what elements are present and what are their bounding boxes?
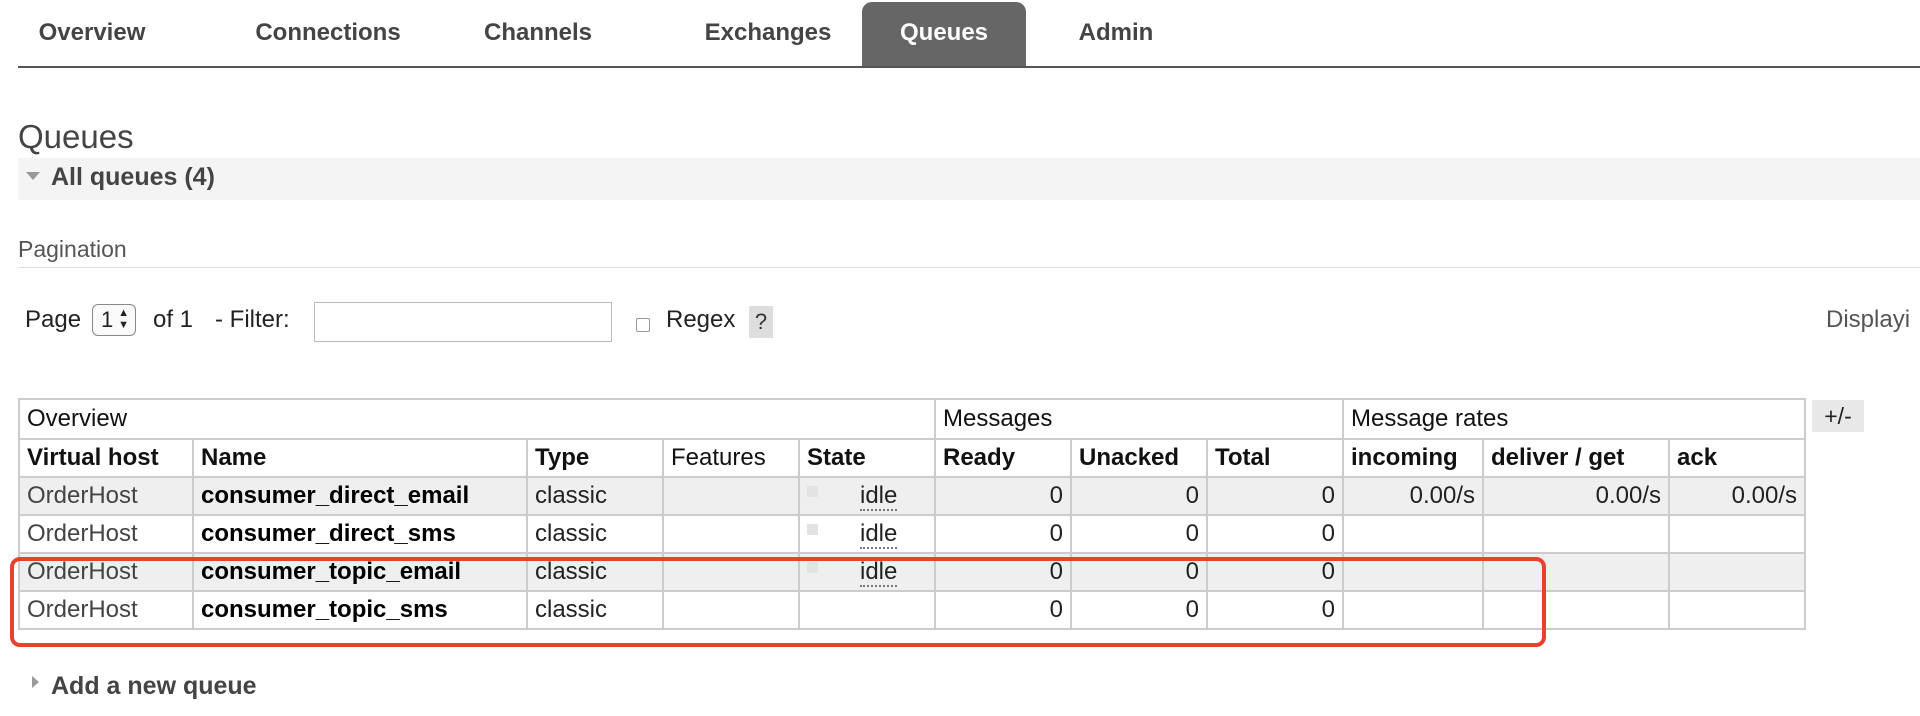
cell-deliver-get: 0.00/s: [1482, 476, 1670, 516]
cell-incoming: [1342, 590, 1484, 630]
filter-input[interactable]: [314, 302, 612, 342]
group-message-rates: Message rates: [1342, 398, 1806, 440]
cell-incoming: [1342, 552, 1484, 592]
table-row: OrderHost consumer_direct_sms classic id…: [18, 514, 1806, 554]
cell-unacked: 0: [1070, 590, 1208, 630]
page-select-value: 1: [101, 307, 114, 332]
all-queues-section-toggle[interactable]: All queues (4): [18, 158, 1920, 200]
columns-toggle-button[interactable]: +/-: [1812, 400, 1864, 432]
col-type[interactable]: Type: [526, 438, 664, 478]
cell-total: 0: [1206, 590, 1344, 630]
cell-features: [662, 552, 800, 592]
cell-type: classic: [526, 514, 664, 554]
col-virtual-host[interactable]: Virtual host: [18, 438, 194, 478]
queue-name-link[interactable]: consumer_topic_sms: [192, 590, 528, 630]
regex-label: Regex: [666, 306, 736, 333]
page-title: Queues: [18, 118, 134, 155]
cell-type: classic: [526, 590, 664, 630]
page-select[interactable]: 1 ▲ ▼: [92, 304, 136, 336]
cell-deliver-get: [1482, 514, 1670, 554]
queues-table: Overview Messages Message rates Virtual …: [18, 398, 1806, 630]
cell-state: [798, 590, 936, 630]
cell-features: [662, 514, 800, 554]
cell-total: 0: [1206, 476, 1344, 516]
state-text: idle: [860, 557, 898, 587]
triangle-right-icon: [32, 676, 39, 688]
cell-deliver-get: [1482, 590, 1670, 630]
col-features: Features: [662, 438, 800, 478]
cell-vhost: OrderHost: [18, 476, 194, 516]
cell-incoming: [1342, 514, 1484, 554]
cell-type: classic: [526, 476, 664, 516]
cell-state: idle: [798, 552, 936, 592]
stepper-arrows-icon: ▲ ▼: [118, 307, 129, 331]
page-of-label: of 1: [153, 306, 194, 333]
cell-ack: [1668, 514, 1806, 554]
col-total[interactable]: Total: [1206, 438, 1344, 478]
page-label: Page: [25, 306, 82, 333]
col-ack[interactable]: ack: [1668, 438, 1806, 478]
all-queues-label: All queues (4): [51, 163, 215, 191]
regex-help-button[interactable]: ?: [749, 306, 773, 338]
cell-vhost: OrderHost: [18, 552, 194, 592]
cell-ready: 0: [934, 590, 1072, 630]
queue-name-link[interactable]: consumer_topic_email: [192, 552, 528, 592]
col-ready[interactable]: Ready: [934, 438, 1072, 478]
cell-features: [662, 476, 800, 516]
cell-state: idle: [798, 476, 936, 516]
cell-total: 0: [1206, 552, 1344, 592]
cell-unacked: 0: [1070, 514, 1208, 554]
col-state[interactable]: State: [798, 438, 936, 478]
pagination-heading: Pagination: [18, 236, 127, 262]
col-name[interactable]: Name: [192, 438, 528, 478]
cell-vhost: OrderHost: [18, 590, 194, 630]
state-indicator-icon: [807, 485, 818, 497]
tab-exchanges[interactable]: Exchanges: [670, 2, 866, 66]
cell-unacked: 0: [1070, 476, 1208, 516]
regex-checkbox[interactable]: [636, 318, 650, 332]
col-deliver-get[interactable]: deliver / get: [1482, 438, 1670, 478]
divider: [18, 267, 1920, 268]
queue-name-link[interactable]: consumer_direct_sms: [192, 514, 528, 554]
table-row: OrderHost consumer_topic_email classic i…: [18, 552, 1806, 592]
tab-admin[interactable]: Admin: [1058, 2, 1174, 66]
state-text: idle: [860, 481, 898, 511]
state-indicator-icon: [807, 561, 818, 573]
filter-label: - Filter:: [215, 306, 290, 333]
table-row: OrderHost consumer_topic_sms classic 0 0…: [18, 590, 1806, 630]
cell-ack: [1668, 590, 1806, 630]
cell-ready: 0: [934, 476, 1072, 516]
cell-ready: 0: [934, 552, 1072, 592]
tab-connections[interactable]: Connections: [240, 2, 416, 66]
col-unacked[interactable]: Unacked: [1070, 438, 1208, 478]
add-queue-toggle[interactable]: Add a new queue: [51, 672, 257, 701]
cell-type: classic: [526, 552, 664, 592]
cell-features: [662, 590, 800, 630]
displaying-label: Displayi: [1826, 306, 1911, 333]
tab-queues[interactable]: Queues: [862, 2, 1026, 66]
cell-ack: 0.00/s: [1668, 476, 1806, 516]
queue-name-link[interactable]: consumer_direct_email: [192, 476, 528, 516]
cell-incoming: 0.00/s: [1342, 476, 1484, 516]
tab-channels[interactable]: Channels: [464, 2, 612, 66]
cell-vhost: OrderHost: [18, 514, 194, 554]
group-messages: Messages: [934, 398, 1344, 440]
triangle-down-icon: [26, 172, 40, 180]
table-row: OrderHost consumer_direct_email classic …: [18, 476, 1806, 516]
state-indicator-icon: [807, 523, 818, 535]
cell-ack: [1668, 552, 1806, 592]
cell-state: idle: [798, 514, 936, 554]
cell-total: 0: [1206, 514, 1344, 554]
cell-unacked: 0: [1070, 552, 1208, 592]
cell-deliver-get: [1482, 552, 1670, 592]
main-nav: Overview Connections Channels Exchanges …: [18, 0, 1920, 68]
cell-ready: 0: [934, 514, 1072, 554]
state-text: idle: [860, 519, 898, 549]
group-overview: Overview: [18, 398, 936, 440]
tab-overview[interactable]: Overview: [18, 2, 166, 66]
col-incoming[interactable]: incoming: [1342, 438, 1484, 478]
